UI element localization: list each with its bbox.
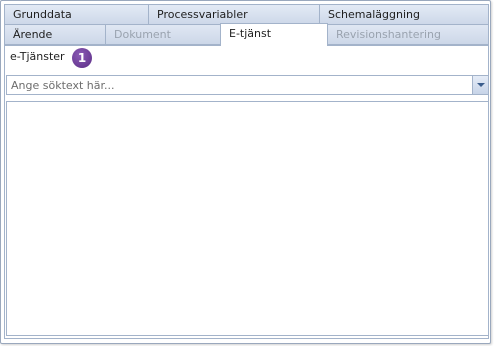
e-tjanst-panel: e-Tjänster 1	[4, 45, 489, 339]
tab-dokument: Dokument	[105, 25, 221, 45]
tab-arende[interactable]: Ärende	[4, 25, 106, 45]
dropdown-button[interactable]	[472, 76, 488, 94]
e-service-list[interactable]	[6, 101, 489, 336]
search-input[interactable]	[7, 76, 469, 94]
step-number-badge: 1	[72, 48, 92, 68]
section-label-e-tjanster: e-Tjänster	[10, 50, 65, 63]
e-service-window: Grunddata Processvariabler Schemaläggnin…	[0, 0, 491, 344]
tab-schemalaggning[interactable]: Schemaläggning	[319, 4, 489, 25]
tab-processvariabler[interactable]: Processvariabler	[148, 4, 320, 25]
chevron-down-icon	[477, 83, 485, 87]
tab-revisionshantering: Revisionshantering	[327, 25, 489, 45]
tab-grunddata[interactable]: Grunddata	[4, 4, 149, 25]
tab-e-tjanst[interactable]: E-tjänst	[220, 23, 328, 46]
e-service-search-combobox[interactable]	[6, 75, 489, 95]
